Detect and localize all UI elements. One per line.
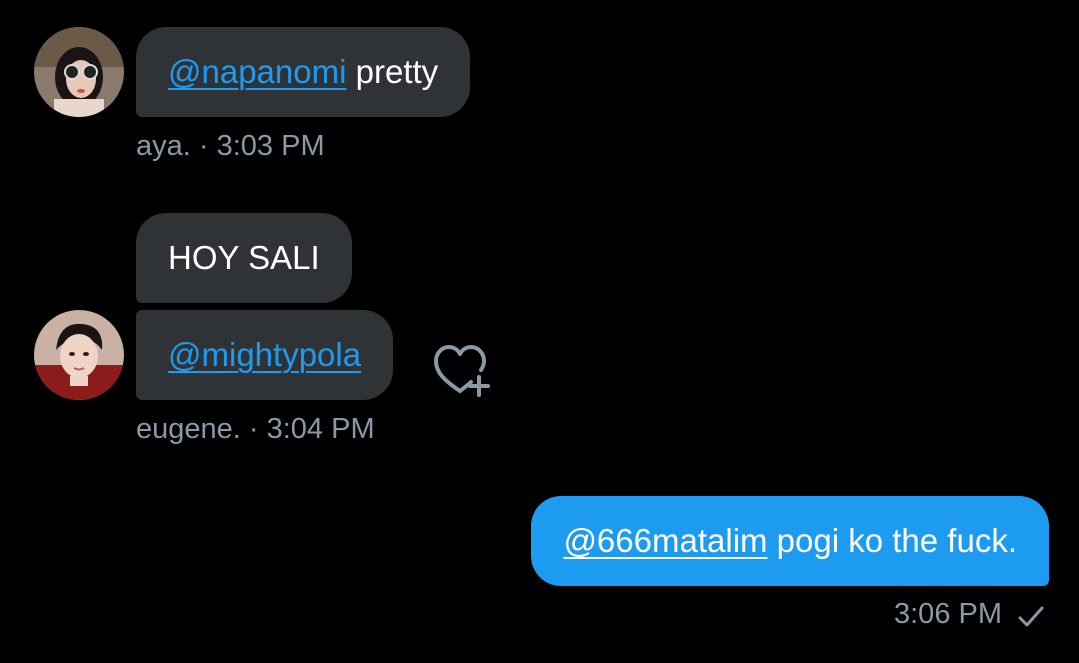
message-timestamp: 3:04 PM xyxy=(266,413,375,445)
message-bubble-sent[interactable]: @666matalim pogi ko the fuck. xyxy=(531,496,1049,586)
mention-link[interactable]: @mightypola xyxy=(168,336,361,373)
message-bubble-received[interactable]: @mightypola xyxy=(136,310,394,400)
message-bubble-received[interactable]: HOY SALI xyxy=(136,213,352,303)
message-text: pogi ko the fuck. xyxy=(767,522,1017,559)
sender-name: aya. xyxy=(136,130,191,162)
checkmark-icon xyxy=(1016,604,1046,635)
message-bubble-received[interactable]: @napanomi pretty xyxy=(136,27,471,117)
avatar-eugene-image xyxy=(34,310,124,400)
message-text: pretty xyxy=(346,53,439,90)
avatar-aya-image xyxy=(34,27,124,117)
message-timestamp: 3:06 PM xyxy=(894,598,1002,630)
message-timestamp: 3:03 PM xyxy=(216,130,325,162)
message-text: HOY SALI xyxy=(168,239,320,276)
mention-link[interactable]: @napanomi xyxy=(168,53,346,90)
avatar-eugene[interactable] xyxy=(34,310,124,400)
meta-separator: · xyxy=(240,413,267,445)
meta-separator: · xyxy=(190,130,217,162)
heart-add-icon[interactable] xyxy=(432,343,494,402)
avatar-aya[interactable] xyxy=(34,27,124,117)
sender-name: eugene. xyxy=(136,413,241,445)
message-meta: aya. · 3:03 PM xyxy=(136,130,325,163)
mention-link[interactable]: @666matalim xyxy=(563,522,767,559)
message-meta: eugene. · 3:04 PM xyxy=(136,413,375,446)
